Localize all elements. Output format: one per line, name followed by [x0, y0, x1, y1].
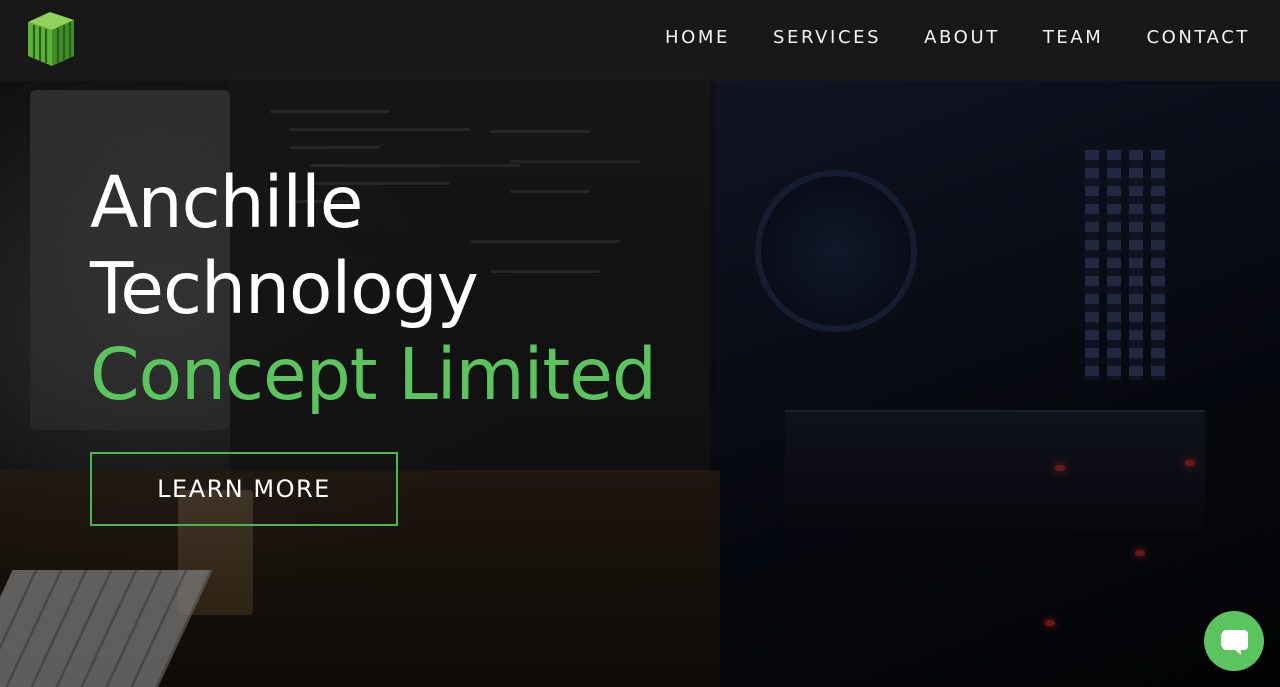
headline-line-1: Anchille	[90, 161, 363, 244]
chat-bubble-icon	[1221, 630, 1248, 655]
nav-item-about: ABOUT	[924, 27, 1000, 48]
nav-item-contact: CONTACT	[1146, 27, 1250, 48]
learn-more-button[interactable]: LEARN MORE	[90, 452, 398, 526]
site-logo[interactable]	[24, 8, 78, 68]
nav-item-home: HOME	[665, 27, 730, 48]
top-navbar: HOME SERVICES ABOUT TEAM CONTACT	[0, 0, 1280, 81]
hero-section: HOME SERVICES ABOUT TEAM CONTACT Anchill…	[0, 0, 1280, 687]
chat-button[interactable]	[1204, 611, 1264, 671]
nav-link-team[interactable]: TEAM	[1043, 27, 1104, 48]
headline-line-2: Technology	[90, 247, 479, 330]
headline-line-3: Concept Limited	[90, 333, 657, 416]
nav-item-services: SERVICES	[773, 27, 881, 48]
hero-content: Anchille Technology Concept Limited LEAR…	[90, 160, 657, 526]
nav-item-team: TEAM	[1043, 27, 1104, 48]
nav-link-about[interactable]: ABOUT	[924, 27, 1000, 48]
green-cube-logo-icon	[28, 12, 74, 66]
nav-link-services[interactable]: SERVICES	[773, 27, 881, 48]
hero-headline: Anchille Technology Concept Limited	[90, 160, 657, 418]
nav-link-home[interactable]: HOME	[665, 27, 730, 48]
nav-menu: HOME SERVICES ABOUT TEAM CONTACT	[622, 27, 1250, 48]
nav-link-contact[interactable]: CONTACT	[1146, 27, 1250, 48]
